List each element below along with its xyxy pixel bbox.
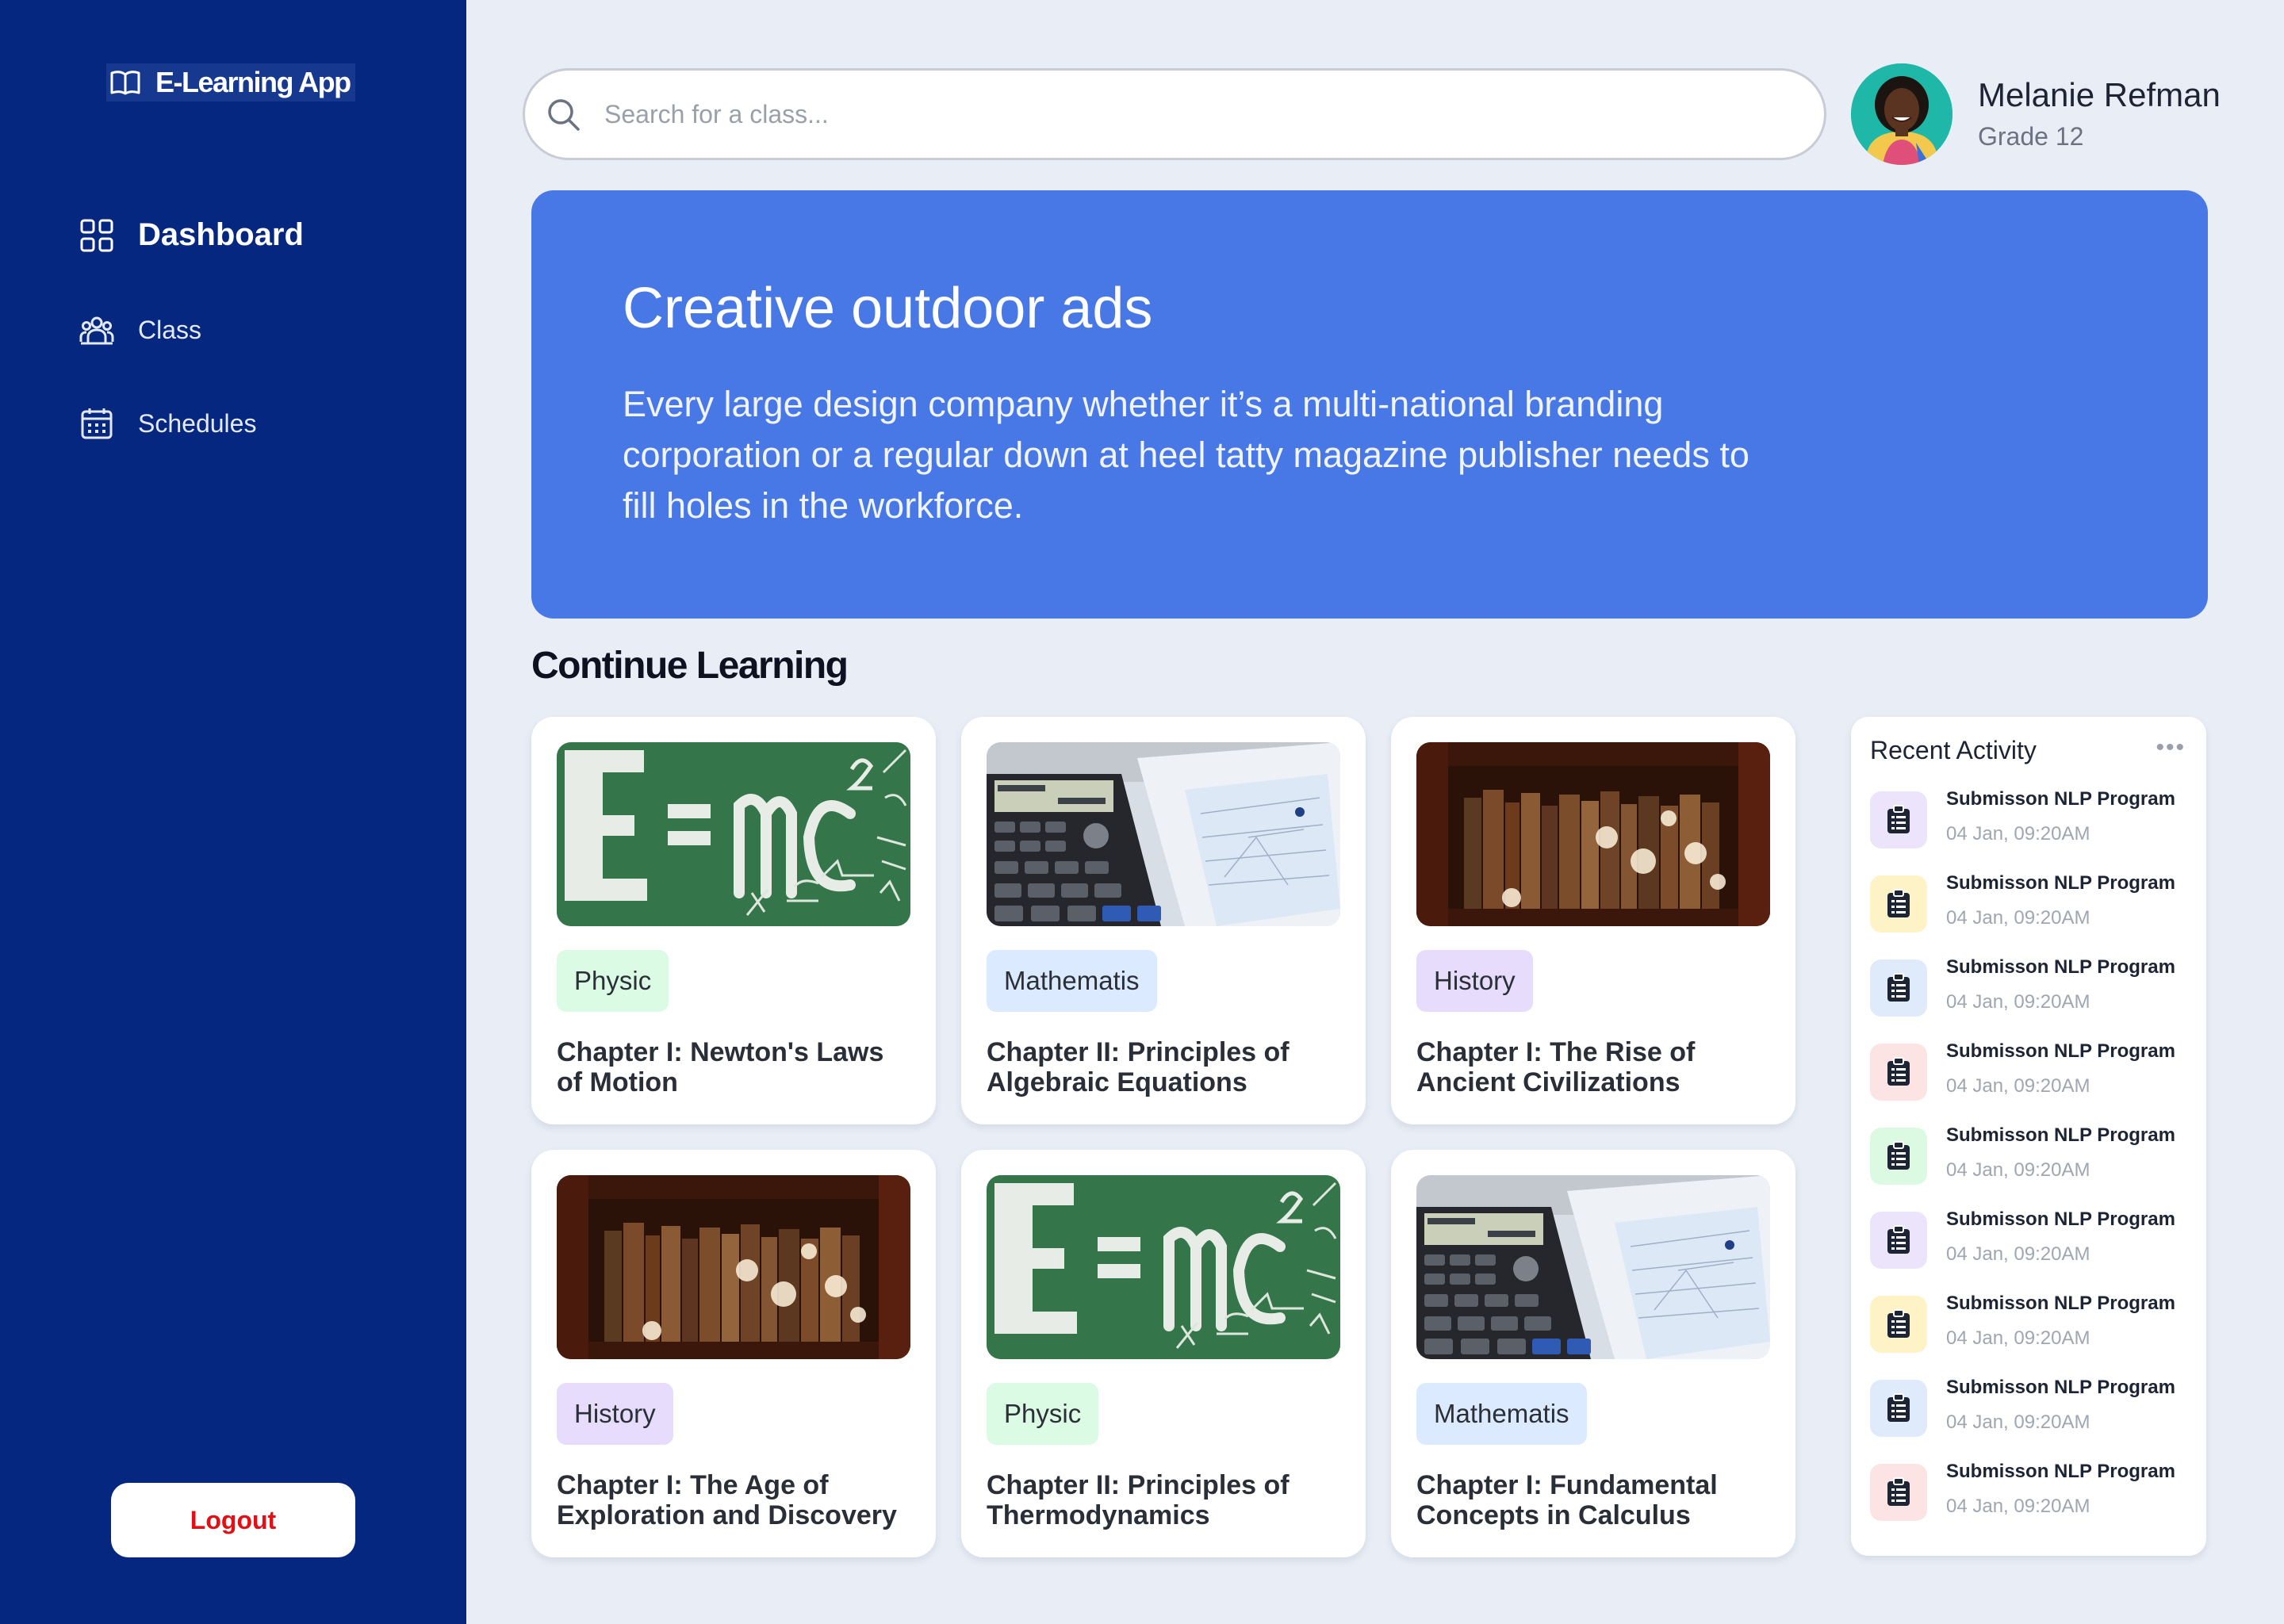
activity-item[interactable]: Submisson NLP Program 04 Jan, 09:20AM bbox=[1870, 1293, 2195, 1356]
nav-item-class[interactable]: Class bbox=[79, 312, 201, 347]
activity-item-title: Submisson NLP Program bbox=[1946, 1293, 2175, 1314]
hero-banner: Creative outdoor ads Every large design … bbox=[531, 190, 2208, 619]
book-icon bbox=[110, 71, 140, 95]
course-image bbox=[987, 742, 1340, 926]
section-title: Continue Learning bbox=[531, 645, 849, 687]
search-input[interactable] bbox=[604, 99, 1715, 129]
activity-item-date: 04 Jan, 09:20AM bbox=[1946, 823, 2090, 845]
nav-item-schedules[interactable]: Schedules bbox=[79, 406, 256, 441]
nav-item-label: Class bbox=[138, 315, 202, 344]
course-title: Chapter I: Newton's Laws of Motion bbox=[557, 1037, 884, 1097]
avatar[interactable] bbox=[1851, 63, 1953, 165]
course-image bbox=[987, 1175, 1340, 1359]
clipboard-icon bbox=[1870, 875, 1927, 933]
subject-tag: Physic bbox=[987, 1383, 1099, 1445]
activity-item-date: 04 Jan, 09:20AM bbox=[1946, 1243, 2090, 1265]
activity-item-date: 04 Jan, 09:20AM bbox=[1946, 1075, 2090, 1097]
activity-item-title: Submisson NLP Program bbox=[1946, 1461, 2175, 1482]
sidebar: E-Learning App Dashboard Class Schedules… bbox=[0, 0, 466, 1624]
clipboard-icon bbox=[1870, 1380, 1927, 1437]
subject-tag: History bbox=[1416, 950, 1533, 1012]
search-icon bbox=[548, 99, 580, 131]
activity-item-date: 04 Jan, 09:20AM bbox=[1946, 1327, 2090, 1349]
course-card[interactable]: Physic Chapter I: Newton's Laws of Motio… bbox=[531, 717, 936, 1124]
clipboard-icon bbox=[1870, 1044, 1927, 1101]
course-image bbox=[1416, 1175, 1770, 1359]
activity-item[interactable]: Submisson NLP Program 04 Jan, 09:20AM bbox=[1870, 1208, 2195, 1272]
course-card[interactable]: Mathematis Chapter II: Principles of Alg… bbox=[961, 717, 1366, 1124]
activity-item[interactable]: Submisson NLP Program 04 Jan, 09:20AM bbox=[1870, 1461, 2195, 1524]
activity-item[interactable]: Submisson NLP Program 04 Jan, 09:20AM bbox=[1870, 788, 2195, 852]
calendar-icon bbox=[79, 406, 114, 441]
activity-item-date: 04 Jan, 09:20AM bbox=[1946, 1496, 2090, 1517]
activity-item-title: Submisson NLP Program bbox=[1946, 872, 2175, 894]
course-title: Chapter I: The Rise of Ancient Civilizat… bbox=[1416, 1037, 1696, 1097]
recent-activity-panel: Recent Activity ••• Submisson NLP Progra… bbox=[1851, 717, 2206, 1556]
clipboard-icon bbox=[1870, 1296, 1927, 1353]
course-card[interactable]: History Chapter I: The Rise of Ancient C… bbox=[1391, 717, 1795, 1124]
course-title: Chapter I: Fundamental Concepts in Calcu… bbox=[1416, 1470, 1718, 1530]
more-options-icon[interactable]: ••• bbox=[2156, 734, 2186, 761]
activity-item[interactable]: Submisson NLP Program 04 Jan, 09:20AM bbox=[1870, 1124, 2195, 1188]
subject-tag: Physic bbox=[557, 950, 669, 1012]
subject-tag: History bbox=[557, 1383, 673, 1445]
course-title: Chapter II: Principles of Thermodynamics bbox=[987, 1470, 1290, 1530]
activity-item-title: Submisson NLP Program bbox=[1946, 1208, 2175, 1230]
app-logo[interactable]: E-Learning App bbox=[106, 63, 355, 102]
activity-item[interactable]: Submisson NLP Program 04 Jan, 09:20AM bbox=[1870, 1040, 2195, 1104]
app-name: E-Learning App bbox=[155, 66, 351, 98]
course-title: Chapter I: The Age of Exploration and Di… bbox=[557, 1470, 897, 1530]
activity-item-title: Submisson NLP Program bbox=[1946, 1124, 2175, 1146]
subject-tag: Mathematis bbox=[1416, 1383, 1587, 1445]
activity-item-date: 04 Jan, 09:20AM bbox=[1946, 991, 2090, 1013]
hero-title: Creative outdoor ads bbox=[623, 277, 1153, 340]
logout-button[interactable]: Logout bbox=[111, 1483, 355, 1557]
activity-item-title: Submisson NLP Program bbox=[1946, 1377, 2175, 1398]
clipboard-icon bbox=[1870, 1464, 1927, 1521]
clipboard-icon bbox=[1870, 791, 1927, 848]
course-image bbox=[557, 742, 910, 926]
user-grade: Grade 12 bbox=[1978, 122, 2084, 151]
activity-item[interactable]: Submisson NLP Program 04 Jan, 09:20AM bbox=[1870, 1377, 2195, 1440]
activity-item[interactable]: Submisson NLP Program 04 Jan, 09:20AM bbox=[1870, 872, 2195, 936]
activity-item-title: Submisson NLP Program bbox=[1946, 956, 2175, 978]
nav-item-label: Dashboard bbox=[138, 217, 304, 252]
clipboard-icon bbox=[1870, 1128, 1927, 1185]
clipboard-icon bbox=[1870, 959, 1927, 1017]
activity-item-date: 04 Jan, 09:20AM bbox=[1946, 1411, 2090, 1433]
grid-icon bbox=[79, 218, 114, 253]
course-card[interactable]: Mathematis Chapter I: Fundamental Concep… bbox=[1391, 1150, 1795, 1557]
activity-item-title: Submisson NLP Program bbox=[1946, 788, 2175, 810]
activity-title: Recent Activity bbox=[1870, 736, 2037, 764]
course-image bbox=[1416, 742, 1770, 926]
user-name: Melanie Refman bbox=[1978, 76, 2221, 113]
clipboard-icon bbox=[1870, 1212, 1927, 1269]
subject-tag: Mathematis bbox=[987, 950, 1157, 1012]
course-card[interactable]: Physic Chapter II: Principles of Thermod… bbox=[961, 1150, 1366, 1557]
course-image bbox=[557, 1175, 910, 1359]
activity-item-date: 04 Jan, 09:20AM bbox=[1946, 1159, 2090, 1181]
activity-item-title: Submisson NLP Program bbox=[1946, 1040, 2175, 1062]
hero-body: Every large design company whether it’s … bbox=[623, 384, 1749, 526]
users-icon bbox=[79, 312, 114, 347]
search-bar[interactable] bbox=[523, 68, 1826, 160]
nav-item-dashboard[interactable]: Dashboard bbox=[79, 217, 304, 253]
activity-item-date: 04 Jan, 09:20AM bbox=[1946, 907, 2090, 929]
course-title: Chapter II: Principles of Algebraic Equa… bbox=[987, 1037, 1290, 1097]
course-card[interactable]: History Chapter I: The Age of Exploratio… bbox=[531, 1150, 936, 1557]
activity-item[interactable]: Submisson NLP Program 04 Jan, 09:20AM bbox=[1870, 956, 2195, 1020]
nav-item-label: Schedules bbox=[138, 408, 257, 438]
